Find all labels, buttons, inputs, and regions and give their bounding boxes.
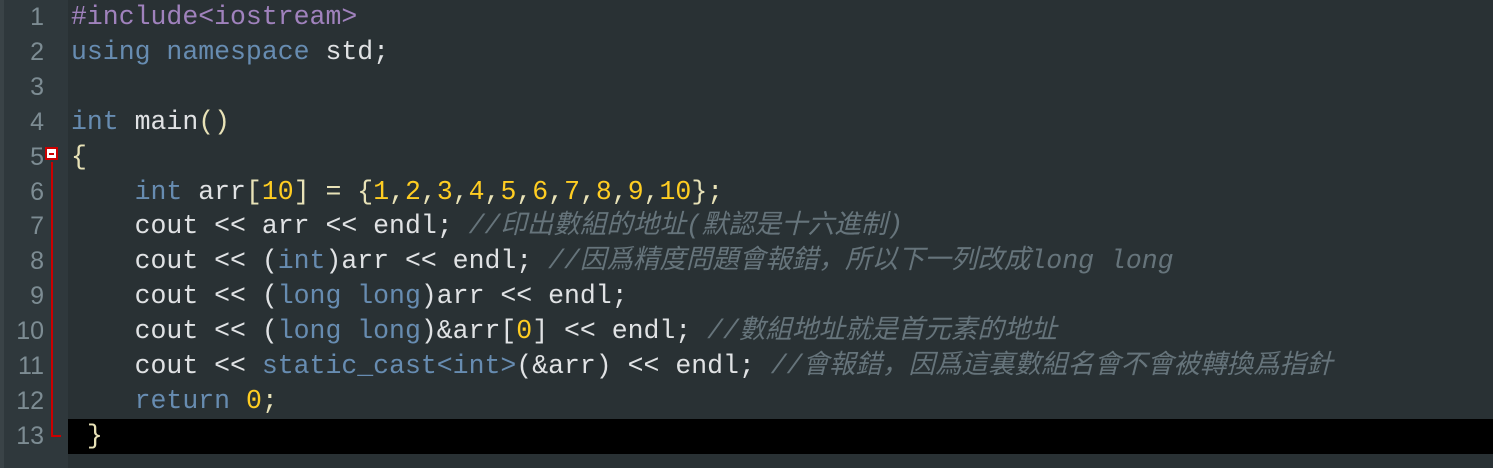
operator-token: ,: [452, 176, 469, 207]
code-token: (&arr) << endl;: [516, 351, 771, 381]
code-token: cout << (: [71, 281, 278, 312]
number-token: 6: [532, 176, 549, 207]
code-line[interactable]: cout << (long long)arr << endl;: [68, 279, 1493, 314]
code-line[interactable]: cout << (int)arr << endl; //因爲精度問題會報錯，所以…: [68, 244, 1493, 279]
keyword-token: return: [134, 385, 246, 416]
fold-range-line: [51, 162, 53, 437]
code-line[interactable]: cout << static_cast<int>(&arr) << endl; …: [68, 349, 1493, 384]
line-number: 3: [30, 72, 44, 101]
number-token: 10: [659, 176, 692, 207]
number-token: 0: [245, 385, 262, 416]
comment-token: //數組地址就是首元素的地址: [707, 316, 1057, 347]
current-code-line[interactable]: }: [68, 418, 1493, 454]
keyword-token: int: [71, 106, 135, 137]
code-token: cout <<: [71, 351, 262, 381]
operator-token: ,: [484, 176, 501, 207]
line-number: 12: [16, 386, 44, 415]
operator-token: ,: [420, 176, 437, 207]
code-line[interactable]: #include<iostream>: [68, 0, 1493, 35]
number-token: 7: [564, 176, 580, 207]
line-number: 9: [30, 282, 44, 311]
keyword-token: using namespace: [71, 36, 326, 67]
code-token: main: [134, 106, 199, 137]
number-token: 8: [595, 176, 612, 207]
line-number: 10: [16, 317, 44, 346]
fold-range-end: [51, 435, 61, 437]
operator-token: }: [71, 420, 103, 451]
operator-token: ,: [579, 176, 596, 207]
code-token: ] << endl;: [532, 316, 708, 347]
code-line[interactable]: using namespace std;: [68, 35, 1493, 70]
number-token: 1: [373, 176, 390, 207]
number-token: 3: [436, 176, 453, 207]
code-token: arr: [198, 176, 246, 207]
keyword-token: int: [277, 246, 326, 277]
keyword-token: long long: [277, 316, 421, 347]
keyword-token: static_cast<int>: [261, 351, 517, 381]
operator-token: [: [245, 176, 262, 207]
operator-token: (): [198, 106, 231, 137]
number-token: 9: [627, 176, 644, 207]
line-number-gutter: 1 2 3 4 5 6 7 8 9 10 11 12 13: [0, 0, 68, 468]
number-token: 4: [468, 176, 485, 207]
line-number: 1: [30, 3, 44, 31]
line-number: 8: [30, 247, 44, 276]
operator-token: ] = {: [293, 176, 374, 207]
code-line[interactable]: cout << arr << endl; //印出數組的地址(默認是十六進制): [68, 209, 1493, 244]
operator-token: ,: [611, 176, 628, 207]
line-number: 2: [30, 37, 44, 66]
operator-token: ,: [516, 176, 533, 207]
comment-token: //印出數組的地址(默認是十六進制): [468, 211, 904, 242]
operator-token: ,: [389, 176, 406, 207]
code-token: cout << (: [71, 246, 278, 277]
operator-token: {: [71, 141, 87, 172]
line-number: 4: [30, 107, 44, 136]
code-line[interactable]: int main(): [68, 105, 1493, 140]
line-number: 11: [18, 352, 44, 380]
operator-token: ;: [261, 385, 278, 416]
code-token: )arr << endl;: [325, 246, 549, 277]
line-number: 6: [30, 177, 44, 206]
code-editor[interactable]: 1 2 3 4 5 6 7 8 9 10 11 12 13 #include<iostream> usin…: [0, 0, 1493, 468]
code-line[interactable]: {: [68, 140, 1493, 175]
line-number: 5: [30, 142, 44, 171]
operator-token: ,: [548, 176, 565, 207]
comment-token: //會報錯，因爲這裏數組名會不會被轉換爲指針: [770, 351, 1333, 381]
code-line[interactable]: int arr[10] = {1,2,3,4,5,6,7,8,9,10};: [68, 175, 1493, 210]
code-token: )arr << endl;: [420, 281, 628, 312]
number-token: 2: [405, 176, 421, 207]
keyword-token: int: [134, 176, 199, 207]
code-line[interactable]: return 0;: [68, 384, 1493, 419]
operator-token: ,: [643, 176, 660, 207]
code-token: cout << (: [71, 316, 278, 347]
preprocessor-token: #include<iostream>: [71, 2, 358, 32]
code-token: std;: [325, 36, 390, 67]
fold-minus-icon[interactable]: [45, 147, 58, 160]
operator-token: };: [691, 176, 724, 207]
comment-token: //因爲精度問題會報錯，所以下一列改成long long: [548, 246, 1174, 277]
line-number: 7: [30, 212, 44, 241]
number-token: 10: [261, 176, 294, 207]
code-line[interactable]: cout << (long long)&arr[0] << endl; //數組…: [68, 314, 1493, 349]
code-line[interactable]: [68, 70, 1493, 105]
number-token: 0: [516, 316, 533, 347]
number-token: 5: [500, 176, 517, 207]
keyword-token: long long: [277, 281, 421, 312]
code-token: cout << arr << endl;: [71, 211, 469, 242]
code-area[interactable]: #include<iostream> using namespace std; in…: [68, 0, 1493, 455]
line-number: 13: [16, 421, 44, 450]
code-token: )&arr[: [420, 316, 517, 347]
